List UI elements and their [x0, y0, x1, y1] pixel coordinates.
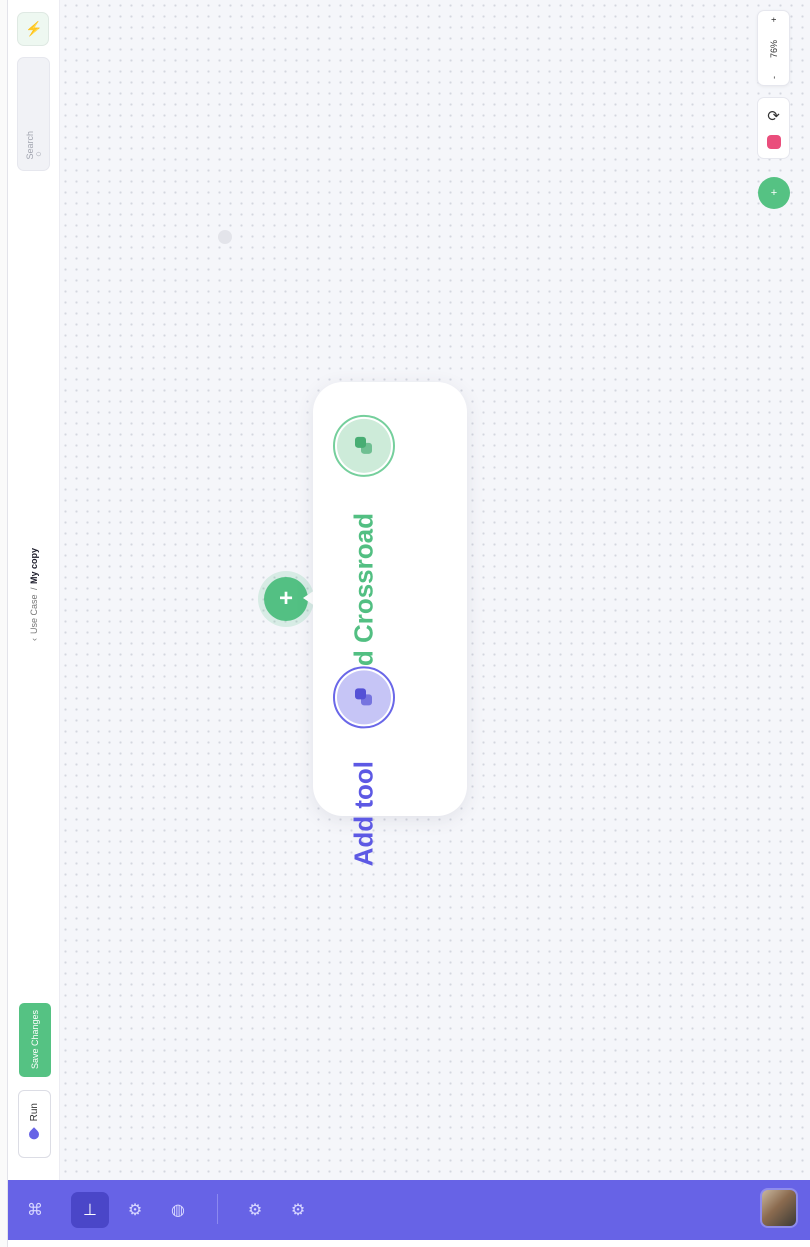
- breadcrumb-parent[interactable]: Use Case: [29, 595, 39, 635]
- settings-icon[interactable]: ⚙: [240, 1195, 270, 1225]
- ghost-dot: [218, 230, 232, 244]
- run-icon: [27, 1127, 42, 1142]
- tool-icon: [333, 666, 395, 728]
- search-placeholder: Search: [25, 131, 36, 160]
- zoom-level: 76%: [768, 40, 779, 59]
- add-node-button[interactable]: +: [264, 577, 308, 621]
- nav-divider: [217, 1194, 218, 1224]
- zoom-control: + 76% -: [757, 10, 790, 86]
- flow-icon[interactable]: ⊥: [71, 1192, 109, 1228]
- save-changes-button[interactable]: Save Changes: [19, 1003, 51, 1077]
- breadcrumb: ‹ Use Case / My copy: [26, 530, 42, 660]
- magic-wand-button[interactable]: ⚡: [17, 12, 49, 46]
- refresh-icon[interactable]: ⟳: [767, 107, 780, 125]
- integrations-icon[interactable]: ⚙: [283, 1195, 313, 1225]
- nodes-icon[interactable]: ⚙: [120, 1195, 150, 1225]
- zoom-in-button[interactable]: +: [769, 17, 779, 22]
- breadcrumb-current: My copy: [29, 548, 39, 585]
- breadcrumb-separator: /: [29, 588, 39, 591]
- canvas-tools: ⟳: [757, 97, 790, 159]
- search-icon: ○: [35, 149, 42, 160]
- search-input[interactable]: Search ○: [17, 57, 50, 171]
- run-label: Run: [29, 1103, 40, 1122]
- add-tool-label: Add tool: [348, 761, 379, 867]
- zoom-out-button[interactable]: -: [769, 76, 779, 79]
- save-changes-label: Save Changes: [30, 1010, 40, 1070]
- plus-icon: +: [278, 585, 293, 612]
- globe-icon[interactable]: ◍: [163, 1195, 193, 1225]
- run-button[interactable]: Run: [18, 1090, 51, 1158]
- add-crossroad-option[interactable]: Add Crossroad: [333, 415, 395, 701]
- add-tool-option[interactable]: Add tool: [333, 666, 395, 866]
- avatar[interactable]: [760, 1188, 798, 1228]
- window-edge: [0, 0, 8, 1247]
- crossroad-icon: [333, 415, 395, 477]
- layers-icon[interactable]: [766, 135, 781, 149]
- magic-wand-icon: ⚡: [25, 20, 41, 38]
- command-icon[interactable]: ⌘: [20, 1195, 50, 1225]
- chevron-left-icon[interactable]: ‹: [29, 639, 39, 642]
- add-node-popover: Add Crossroad Add tool: [313, 382, 467, 866]
- add-node-floating-button[interactable]: +: [758, 177, 790, 209]
